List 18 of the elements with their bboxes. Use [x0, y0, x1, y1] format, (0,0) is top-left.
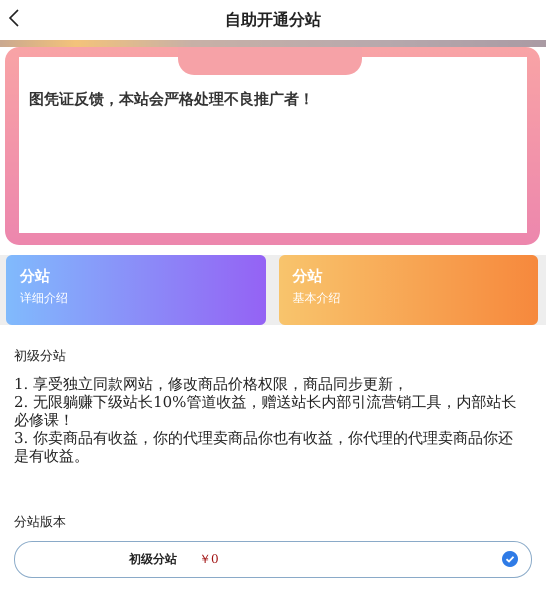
back-icon[interactable] [8, 8, 20, 28]
description-line: 3. 你卖商品有收益，你的代理卖商品你也有收益，你代理的代理卖商品你还是有收益。 [14, 429, 514, 465]
description-line: 1. 享受独立同款网站，修改商品价格权限，商品同步更新， [14, 375, 410, 393]
check-icon [502, 551, 518, 567]
version-option[interactable]: 初级分站 ￥0 [14, 541, 532, 578]
card-subtitle: 详细介绍 [20, 290, 69, 307]
description-line: 2. 无限躺赚下级站长10%管道收益，赠送站长内部引流营销工具，内部站长必修课！ [14, 393, 518, 429]
intro-card[interactable]: 分站 详细介绍 [6, 255, 266, 325]
option-name: 初级分站 [129, 551, 177, 568]
card-subtitle: 基本介绍 [292, 290, 342, 307]
intro-card[interactable]: 分站 基本介绍 [278, 255, 538, 325]
option-price: ￥0 [199, 551, 219, 568]
section-heading: 分站版本 [14, 514, 67, 531]
card-title: 分站 [20, 267, 51, 286]
page-title: 自助开通分站 [225, 10, 321, 30]
notice-text: 图凭证反馈，本站会严格处理不良推广者！ [29, 90, 314, 109]
section-heading: 初级分站 [14, 348, 67, 365]
card-title: 分站 [292, 267, 324, 286]
